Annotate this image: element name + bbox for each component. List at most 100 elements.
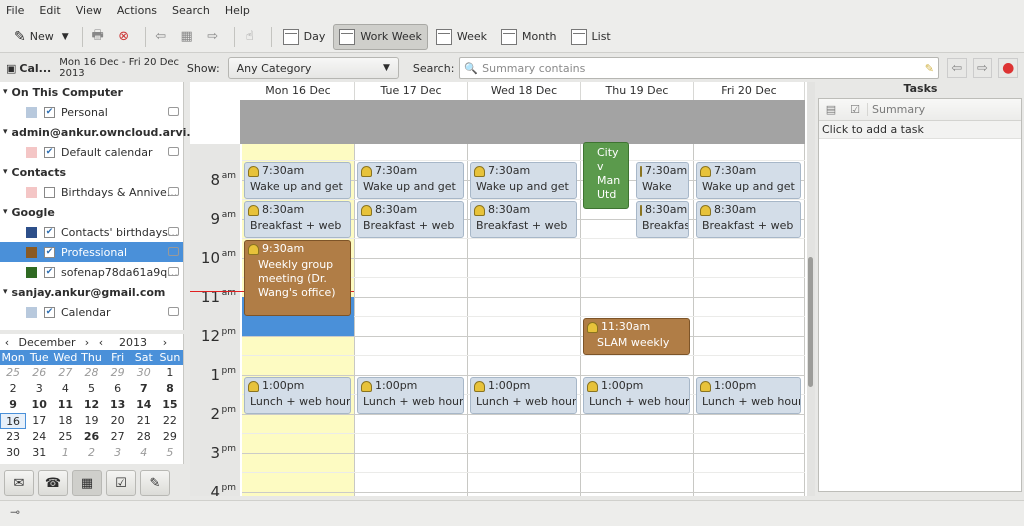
calendar-group[interactable]: ▾ Google <box>0 202 183 222</box>
summary-column[interactable]: Summary <box>867 103 925 116</box>
calendar-event[interactable]: 8:30am Breakfast + web <box>244 201 351 238</box>
calendar-checkbox[interactable] <box>44 186 55 198</box>
mini-day[interactable]: 18 <box>52 413 78 429</box>
calendar-checkbox[interactable]: ✔ <box>44 266 55 278</box>
back-icon[interactable]: ⇦ <box>151 27 171 47</box>
collapse-arrow-icon[interactable]: ▾ <box>3 167 8 177</box>
mini-day[interactable]: 25 <box>52 429 78 445</box>
mini-day[interactable]: 10 <box>26 397 52 413</box>
mini-day[interactable]: 2 <box>78 445 104 461</box>
contacts-icon[interactable]: ☎ <box>38 470 68 496</box>
calendar-event[interactable]: 7:30am Wake up and get <box>244 162 351 199</box>
menu-help[interactable]: Help <box>225 4 250 17</box>
scroll-thumb[interactable] <box>808 257 813 387</box>
mini-day[interactable]: 7 <box>131 381 157 397</box>
calendar-checkbox[interactable]: ✔ <box>44 226 55 238</box>
task-complete-icon[interactable]: ☑ <box>843 103 867 116</box>
next-year-icon[interactable]: › <box>158 336 172 349</box>
print-icon[interactable]: 🖶 <box>88 27 108 47</box>
mail-icon[interactable]: ✉ <box>4 470 34 496</box>
mini-day[interactable]: 27 <box>52 365 78 381</box>
view-month-button[interactable]: Month <box>495 24 562 50</box>
calendar-event[interactable]: City v Man Utd <box>583 142 629 209</box>
mini-day[interactable]: 17 <box>26 413 52 429</box>
calendar-event[interactable]: 7:30am Wake up and get <box>470 162 577 199</box>
mini-day[interactable]: 2 <box>0 381 26 397</box>
calendar-group[interactable]: ▾ Contacts <box>0 162 183 182</box>
mini-day[interactable]: 25 <box>0 365 26 381</box>
memos-icon[interactable]: ✎ <box>140 470 170 496</box>
mini-day[interactable]: 12 <box>78 397 104 413</box>
menu-search[interactable]: Search <box>172 4 210 17</box>
delete-icon[interactable]: ⊗ <box>114 27 134 47</box>
mini-day[interactable]: 24 <box>26 429 52 445</box>
mini-day[interactable]: 28 <box>78 365 104 381</box>
time-grid[interactable]: 7:30am Wake up and get 8:30am Breakfast + w… <box>190 142 805 496</box>
add-task-field[interactable]: Click to add a task <box>819 121 1021 139</box>
mini-day[interactable]: 1 <box>52 445 78 461</box>
calendar-checkbox[interactable]: ✔ <box>44 246 55 258</box>
calendar-event[interactable]: 1:00pm Lunch + web hour <box>357 377 464 414</box>
day-header[interactable]: Tue 17 Dec <box>355 82 468 100</box>
mini-day[interactable]: 1 <box>157 365 183 381</box>
day-header[interactable]: Mon 16 Dec <box>242 82 355 100</box>
task-type-icon[interactable]: ▤ <box>819 103 843 116</box>
collapse-arrow-icon[interactable]: ▾ <box>3 207 8 217</box>
view-day-button[interactable]: Day <box>277 24 332 50</box>
menu-view[interactable]: View <box>76 4 102 17</box>
calendar-event[interactable]: 7:30am Wake <box>636 162 689 199</box>
mini-day[interactable]: 19 <box>78 413 104 429</box>
calendar-item[interactable]: ✔ Professional <box>0 242 183 262</box>
mini-day[interactable]: 26 <box>26 365 52 381</box>
mini-day[interactable]: 22 <box>157 413 183 429</box>
mini-day[interactable]: 14 <box>131 397 157 413</box>
view-week-button[interactable]: Week <box>430 24 493 50</box>
today-icon[interactable]: ▦ <box>177 27 197 47</box>
mini-day[interactable]: 29 <box>105 365 131 381</box>
calendar-scrollbar[interactable] <box>807 82 815 496</box>
calendar-checkbox[interactable]: ✔ <box>44 146 55 158</box>
view-work-week-button[interactable]: Work Week <box>333 23 428 50</box>
forward-icon[interactable]: ⇨ <box>203 27 223 47</box>
year-label[interactable]: 2013 <box>108 336 158 349</box>
mini-day[interactable]: 3 <box>105 445 131 461</box>
mini-day[interactable]: 30 <box>0 445 26 461</box>
calendar-event[interactable]: 9:30am Weekly group meeting (Dr. Wang's o… <box>244 240 351 316</box>
mini-day[interactable]: 5 <box>78 381 104 397</box>
mini-day[interactable]: 5 <box>157 445 183 461</box>
mini-day[interactable]: 11 <box>52 397 78 413</box>
mini-day[interactable]: 29 <box>157 429 183 445</box>
calendar-item[interactable]: ✔ Default calendar <box>0 142 183 162</box>
mini-day[interactable]: 30 <box>131 365 157 381</box>
prev-year-icon[interactable]: ‹ <box>94 336 108 349</box>
chevron-down-icon[interactable]: ▼ <box>62 32 69 42</box>
mini-day[interactable]: 4 <box>131 445 157 461</box>
calendar-item[interactable]: ✔ sofenap78da61a9q... <box>0 262 183 282</box>
day-header[interactable]: Thu 19 Dec <box>581 82 694 100</box>
calendar-checkbox[interactable]: ✔ <box>44 306 55 318</box>
go-to-date-icon[interactable]: ☝ <box>240 27 260 47</box>
mini-day[interactable]: 31 <box>26 445 52 461</box>
calendar-event[interactable]: 8:30am Breakfast + web <box>470 201 577 238</box>
search-input[interactable]: 🔍 Summary contains ✎ <box>459 57 939 79</box>
calendar-group[interactable]: ▾ On This Computer <box>0 82 183 102</box>
day-header[interactable]: Wed 18 Dec <box>468 82 581 100</box>
search-back-icon[interactable]: ⇦ <box>946 58 967 78</box>
mini-day[interactable]: 4 <box>52 381 78 397</box>
view-list-button[interactable]: List <box>565 24 617 50</box>
calendar-checkbox[interactable]: ✔ <box>44 106 55 118</box>
mini-day[interactable]: 6 <box>105 381 131 397</box>
tasks-icon[interactable]: ☑ <box>106 470 136 496</box>
new-button[interactable]: ✎ New ▼ <box>8 24 75 50</box>
collapse-arrow-icon[interactable]: ▾ <box>3 127 8 137</box>
mini-day[interactable]: 26 <box>78 429 104 445</box>
calendar-group[interactable]: ▾ admin@ankur.owncloud.arvi... <box>0 122 199 142</box>
calendar-event[interactable]: 7:30am Wake up and get <box>696 162 801 199</box>
next-month-icon[interactable]: › <box>80 336 94 349</box>
mini-day[interactable]: 3 <box>26 381 52 397</box>
mini-day[interactable]: 15 <box>157 397 183 413</box>
calendar-event[interactable]: 8:30am Breakfast <box>636 201 689 238</box>
mini-day[interactable]: 20 <box>105 413 131 429</box>
day-header[interactable]: Fri 20 Dec <box>694 82 805 100</box>
prev-month-icon[interactable]: ‹ <box>0 336 14 349</box>
